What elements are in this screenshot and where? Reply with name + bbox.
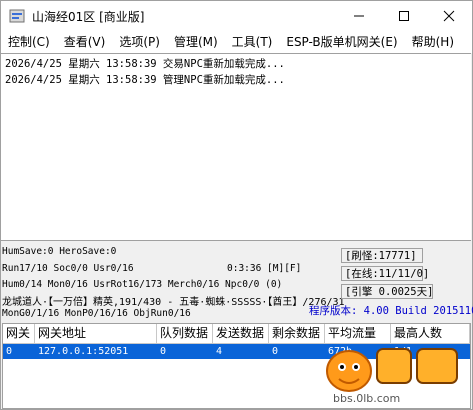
menu-bar: 控制(C) 查看(V) 选项(P) 管理(M) 工具(T) ESP-B版单机网关… xyxy=(1,31,472,53)
cell-sent: 4 xyxy=(216,346,223,357)
cell-remaining: 0 xyxy=(272,346,279,357)
log-line: 2026/4/25 星期六 13:58:39 管理NPC重新加载完成... xyxy=(5,74,285,86)
close-button[interactable] xyxy=(427,1,471,31)
minimize-icon xyxy=(354,15,364,17)
menu-tools[interactable]: 工具(T) xyxy=(225,31,280,53)
menu-help[interactable]: 帮助(H) xyxy=(405,31,461,53)
col-sent[interactable]: 发送数据 xyxy=(213,324,269,343)
menu-options[interactable]: 选项(P) xyxy=(112,31,167,53)
maximize-icon xyxy=(399,11,409,21)
minimize-button[interactable] xyxy=(337,1,381,31)
uptime: 0:3:36 [M][F] xyxy=(227,263,302,274)
menu-view[interactable]: 查看(V) xyxy=(57,31,113,53)
menu-manage[interactable]: 管理(M) xyxy=(167,31,225,53)
window-title: 山海经01区 [商业版] xyxy=(32,10,145,24)
status-panel: HumSave:0 HeroSave:0 Run17/10 Soc0/0 Usr… xyxy=(1,242,473,322)
cell-queue: 0 xyxy=(160,346,167,357)
menu-gateway[interactable]: ESP-B版单机网关(E) xyxy=(279,31,404,53)
refresh-count: [刷怪:17771] xyxy=(341,248,423,263)
maximize-button[interactable] xyxy=(382,1,426,31)
log-area[interactable]: 2026/4/25 星期六 13:58:39 交易NPC重新加载完成... 20… xyxy=(1,53,471,241)
hum-status: Hum0/14 Mon0/16 UsrRot16/173 Merch0/16 N… xyxy=(2,279,283,290)
engine-uptime: [引擎 0.0025天] xyxy=(341,284,433,299)
program-version: 程序版本: 4.00 Build 20151104 xyxy=(309,305,473,317)
cell-address: 127.0.0.1:52051 xyxy=(38,346,129,357)
col-queue[interactable]: 队列数据 xyxy=(157,324,213,343)
save-status: HumSave:0 HeroSave:0 xyxy=(2,246,117,257)
title-bar: 山海经01区 [商业版] xyxy=(1,1,472,31)
menu-control[interactable]: 控制(C) xyxy=(1,31,57,53)
col-address[interactable]: 网关地址 xyxy=(35,324,157,343)
log-line: 2026/4/25 星期六 13:58:39 交易NPC重新加载完成... xyxy=(5,58,285,70)
online-count: [在线:11/11/0] xyxy=(341,266,429,281)
mon-status: MonG0/1/16 MonP0/16/16 ObjRun0/16 xyxy=(2,308,191,319)
col-remaining[interactable]: 剩余数据 xyxy=(269,324,325,343)
col-gateway[interactable]: 网关 xyxy=(3,324,35,343)
app-icon xyxy=(9,8,25,24)
monster-info: 龙城道人·【一万倍】精英,191/430 - 五毒·蜘蛛·SSSSS·【酋王】/… xyxy=(2,297,345,308)
close-icon xyxy=(443,10,455,22)
cell-gateway: 0 xyxy=(6,346,13,357)
run-status: Run17/10 Soc0/0 Usr0/16 xyxy=(2,263,134,274)
main-window: 山海经01区 [商业版] 控制(C) 查看(V) 选项(P) 管理(M) 工具(… xyxy=(0,0,473,410)
watermark-site: bbs.0lb.com xyxy=(333,392,401,405)
